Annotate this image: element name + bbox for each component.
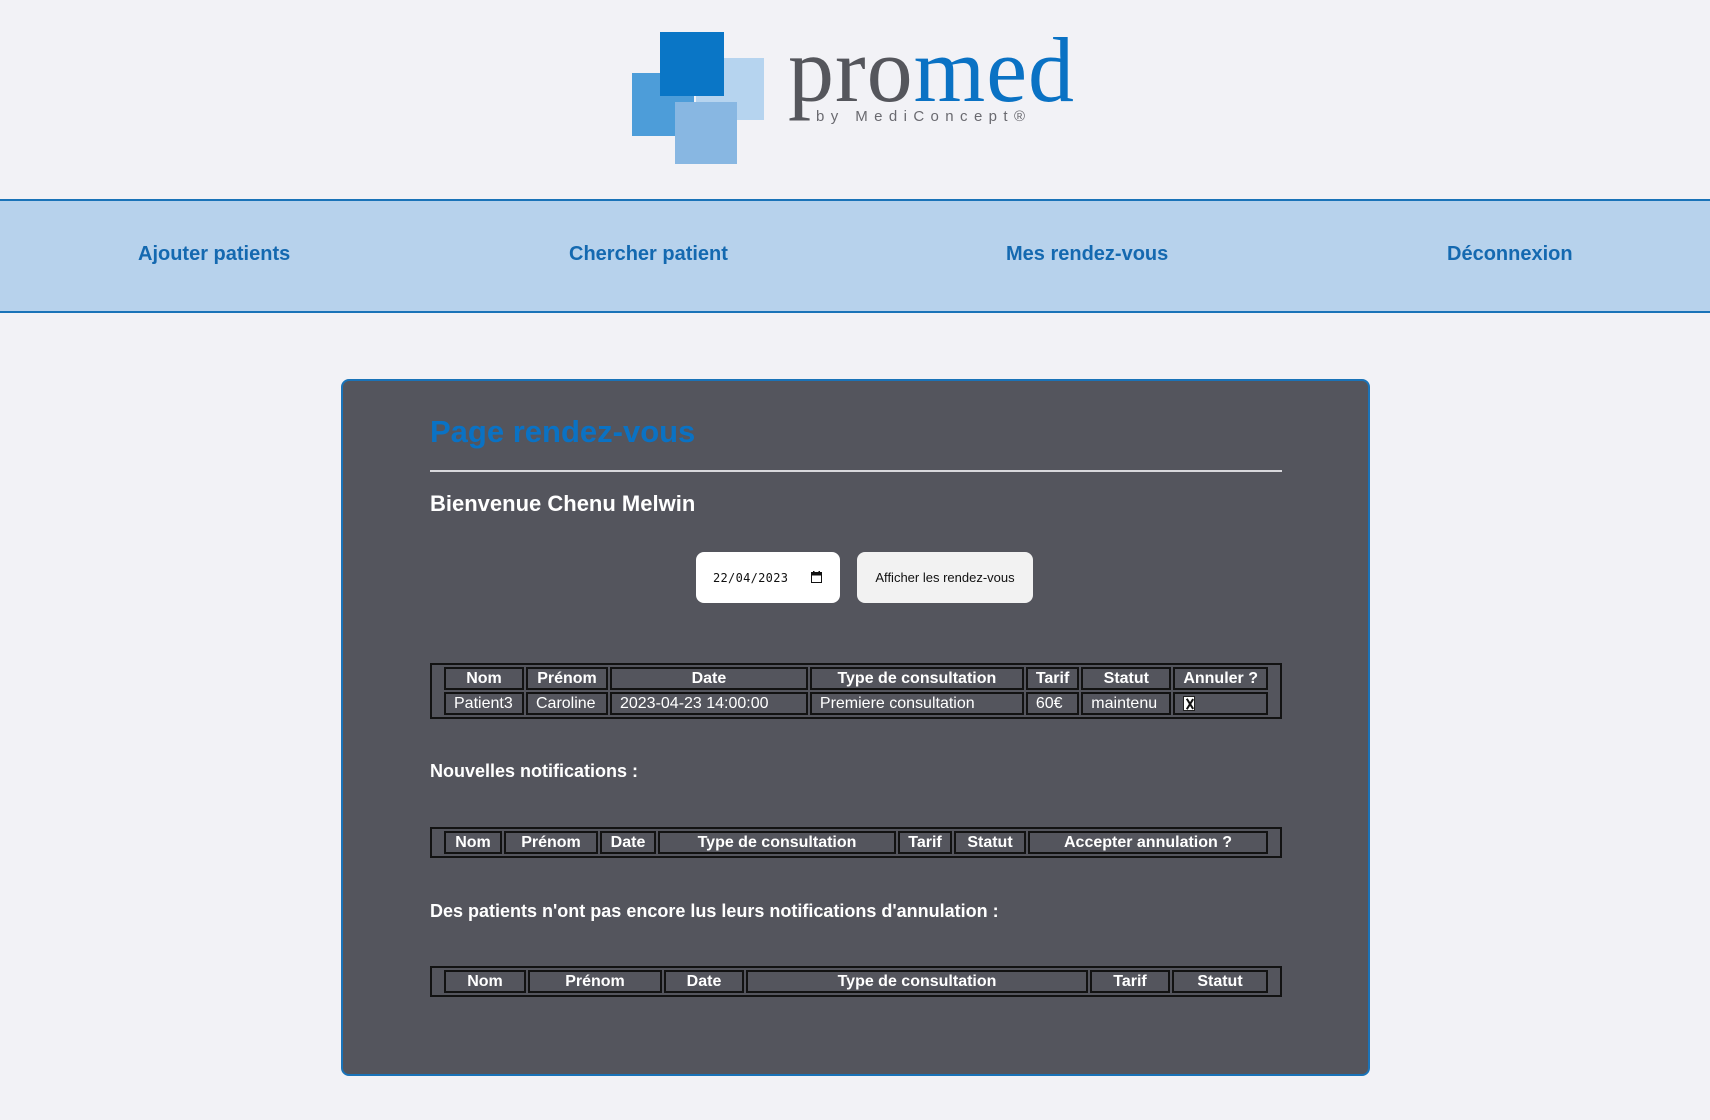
cell-annuler: [1173, 692, 1268, 715]
nav-ajouter-patients[interactable]: Ajouter patients: [138, 243, 290, 266]
date-field[interactable]: 22/04/2023: [696, 552, 840, 603]
column-header: Date: [600, 831, 656, 854]
cell-statut: maintenu: [1081, 692, 1172, 715]
date-value: 22/04/2023: [713, 570, 789, 585]
column-header: Tarif: [1025, 667, 1080, 690]
column-header: Statut: [1081, 667, 1172, 690]
table-header-row: Nom Prénom Date Type de consultation Tar…: [444, 667, 1268, 690]
welcome-text: Bienvenue Chenu Melwin: [430, 491, 696, 516]
calendar-icon[interactable]: [811, 571, 822, 583]
header: promed by MediConcept®: [0, 0, 1710, 199]
cancel-checkbox[interactable]: [1183, 696, 1196, 712]
unread-table: Nom Prénom Date Type de consultation Tar…: [430, 966, 1282, 997]
nav-chercher-patient[interactable]: Chercher patient: [569, 243, 728, 266]
column-header: Nom: [444, 831, 502, 854]
main-nav: Ajouter patients Chercher patient Mes re…: [0, 199, 1710, 313]
show-appointments-button[interactable]: Afficher les rendez-vous: [857, 552, 1033, 603]
notifications-table: Nom Prénom Date Type de consultation Tar…: [430, 827, 1282, 858]
column-header: Tarif: [1090, 970, 1170, 993]
nav-deconnexion[interactable]: Déconnexion: [1447, 243, 1573, 266]
logo-square-dark: [660, 32, 724, 96]
column-header: Date: [609, 667, 808, 690]
column-header: Tarif: [898, 831, 952, 854]
unread-label: Des patients n'ont pas encore lus leurs …: [430, 901, 999, 921]
column-header: Type de consultation: [809, 667, 1024, 690]
table-row: Patient3 Caroline 2023-04-23 14:00:00 Pr…: [444, 692, 1268, 715]
column-header: Statut: [1172, 970, 1268, 993]
notifications-label: Nouvelles notifications :: [430, 761, 639, 781]
column-header: Nom: [444, 667, 524, 690]
cell-nom: Patient3: [444, 692, 524, 715]
page-title: Page rendez-vous: [430, 414, 696, 449]
column-header: Prénom: [528, 970, 662, 993]
logo-square-pale: [675, 102, 737, 164]
title-divider: [430, 470, 1282, 472]
column-header: Prénom: [525, 667, 608, 690]
column-header: Type de consultation: [658, 831, 896, 854]
column-header: Accepter annulation ?: [1028, 831, 1268, 854]
column-header: Annuler ?: [1173, 667, 1268, 690]
cell-type: Premiere consultation: [809, 692, 1024, 715]
column-header: Nom: [444, 970, 526, 993]
table-header-row: Nom Prénom Date Type de consultation Tar…: [444, 970, 1268, 993]
column-header: Prénom: [504, 831, 598, 854]
cell-date: 2023-04-23 14:00:00: [609, 692, 808, 715]
column-header: Statut: [954, 831, 1026, 854]
table-header-row: Nom Prénom Date Type de consultation Tar…: [444, 831, 1268, 854]
appointments-table: Nom Prénom Date Type de consultation Tar…: [430, 663, 1282, 719]
appointments-panel: Page rendez-vous Bienvenue Chenu Melwin …: [341, 379, 1370, 1076]
promed-logo[interactable]: promed by MediConcept®: [632, 24, 1092, 170]
logo-wordmark: promed: [788, 19, 1076, 121]
column-header: Date: [664, 970, 744, 993]
logo-tagline: by MediConcept®: [816, 108, 1032, 125]
column-header: Type de consultation: [746, 970, 1088, 993]
cell-prenom: Caroline: [525, 692, 608, 715]
cell-tarif: 60€: [1025, 692, 1080, 715]
nav-mes-rendez-vous[interactable]: Mes rendez-vous: [1006, 243, 1168, 266]
